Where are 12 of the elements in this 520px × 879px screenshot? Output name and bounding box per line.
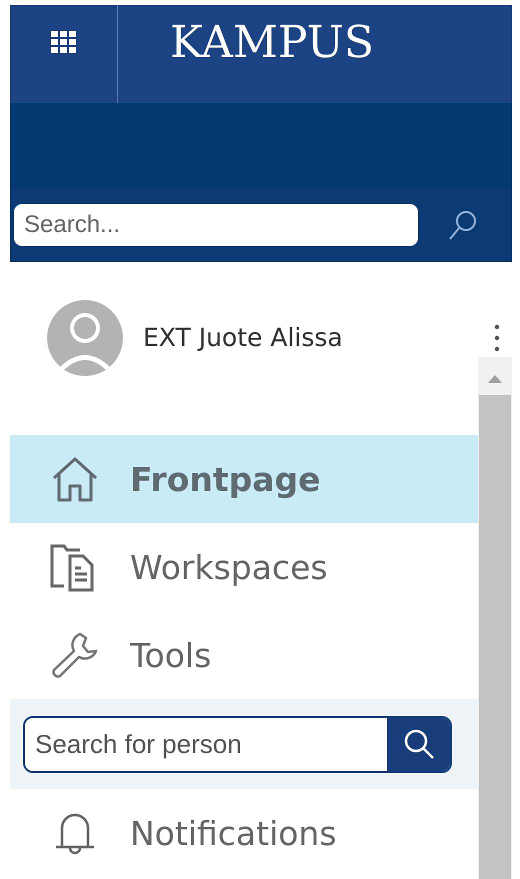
nav-item[interactable]: Tools <box>10 611 478 699</box>
scrollbar[interactable] <box>478 357 512 879</box>
search-icon[interactable] <box>448 209 478 241</box>
app-logo[interactable]: KAMPUS <box>170 16 374 68</box>
nav-item[interactable]: Frontpage <box>10 435 478 523</box>
search-field[interactable]: Search... <box>14 204 418 246</box>
person-search-field[interactable]: Search for person <box>23 716 452 772</box>
wrench-icon <box>50 630 100 680</box>
user-name: EXT Juote Alissa <box>143 323 344 352</box>
avatar-icon <box>47 300 123 376</box>
nav-item[interactable]: Notifications <box>10 789 478 877</box>
nav-item[interactable]: Workspaces <box>10 523 478 611</box>
